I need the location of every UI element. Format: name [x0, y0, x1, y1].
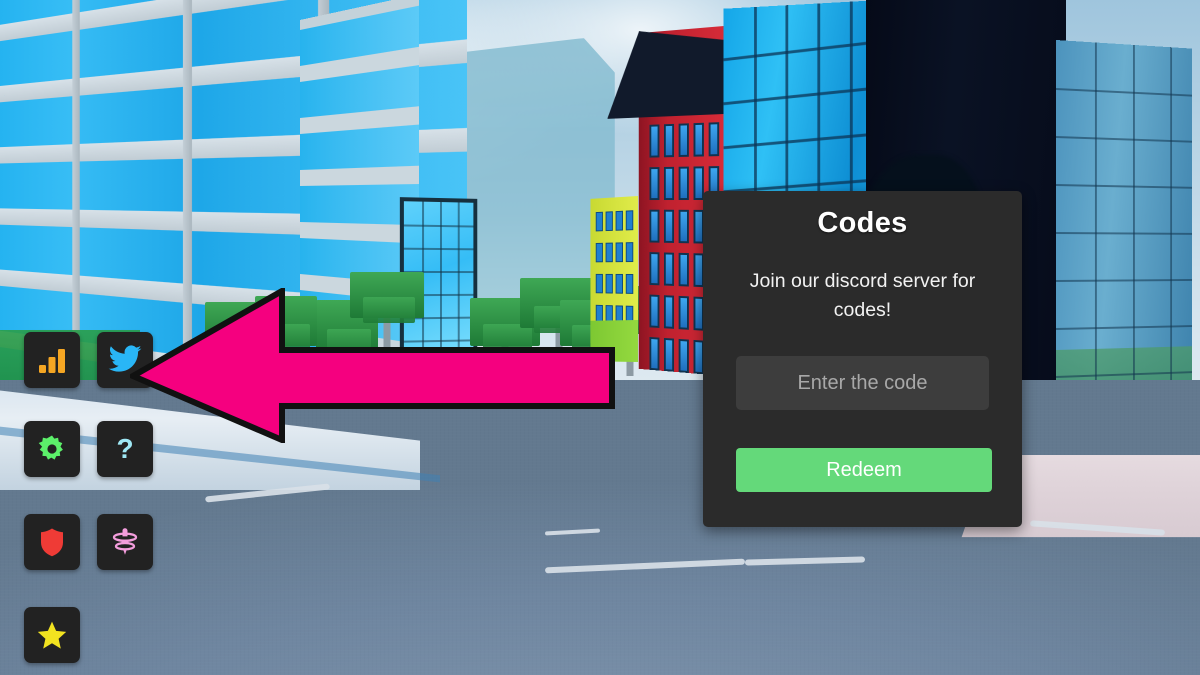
- arrow-left-icon: [126, 285, 615, 445]
- sidebar-item-stats[interactable]: [24, 332, 80, 388]
- annotation-arrow: [126, 285, 615, 445]
- gear-icon: [38, 435, 63, 460]
- redeem-button[interactable]: Redeem: [736, 448, 992, 492]
- page-title: Codes: [817, 207, 908, 239]
- sidebar-item-star[interactable]: [24, 607, 80, 663]
- star-icon: [37, 621, 67, 649]
- sidebar-item-shield[interactable]: [24, 514, 80, 570]
- spinning-top-icon: [112, 528, 138, 555]
- sidebar-item-settings[interactable]: [24, 421, 80, 477]
- stats-icon: [39, 349, 65, 373]
- code-input[interactable]: [736, 356, 989, 410]
- sidebar-item-spinner[interactable]: [97, 514, 153, 570]
- codes-panel: Codes Join our discord server for codes!…: [703, 191, 1022, 527]
- panel-subtitle: Join our discord server for codes!: [749, 270, 976, 321]
- game-screenshot: ? Codes Join our discord server for code…: [0, 0, 1200, 675]
- shield-icon: [41, 528, 63, 557]
